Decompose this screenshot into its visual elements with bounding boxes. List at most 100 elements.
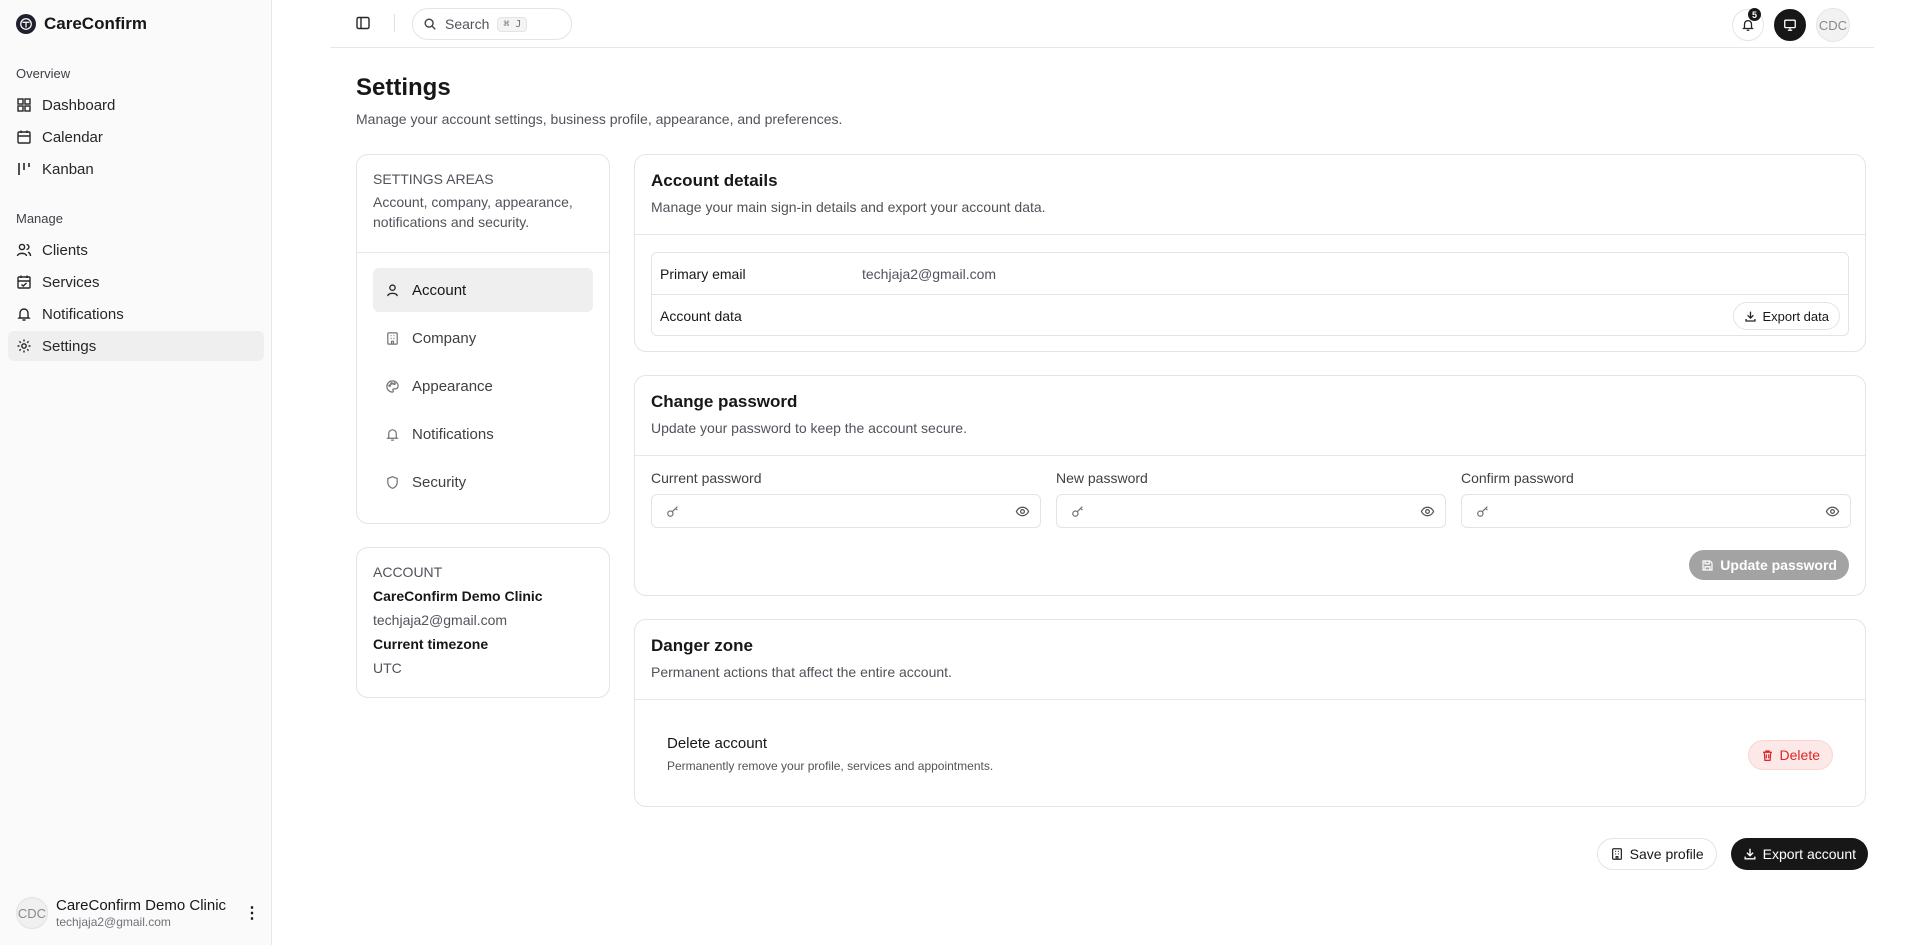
- topbar-divider: [394, 14, 395, 32]
- avatar[interactable]: CDC: [1816, 8, 1850, 42]
- kanban-icon: [18, 163, 30, 175]
- account-summary-email: techjaja2@gmail.com: [373, 612, 508, 628]
- download-icon: [1744, 311, 1756, 322]
- sidebar-item-label: Notifications: [42, 305, 124, 323]
- account-summary-name: CareConfirm Demo Clinic: [373, 588, 543, 604]
- settings-area-label: Notifications: [412, 425, 494, 443]
- sidebar-toggle-button[interactable]: [352, 12, 374, 34]
- settings-area-label: Appearance: [412, 377, 493, 395]
- settings-area-account[interactable]: Account: [373, 268, 593, 312]
- page-subtitle: Manage your account settings, business p…: [356, 111, 843, 127]
- sidebar-item-clients[interactable]: Clients: [8, 235, 264, 265]
- shield-icon: [387, 475, 398, 489]
- delete-account-title: Delete account: [667, 735, 768, 752]
- update-password-button[interactable]: Update password: [1689, 550, 1849, 580]
- primary-email-row: Primary email techjaja2@gmail.com: [652, 253, 1848, 295]
- brand-name: CareConfirm: [44, 14, 147, 33]
- settings-area-company[interactable]: Company: [373, 316, 593, 360]
- monitor-icon: [1784, 19, 1796, 31]
- delete-label: Delete: [1779, 747, 1820, 763]
- account-details-table: Primary email techjaja2@gmail.com Accoun…: [651, 252, 1849, 336]
- account-details-description: Manage your main sign-in details and exp…: [651, 199, 1046, 215]
- current-password-field[interactable]: [651, 494, 1041, 528]
- account-details-title: Account details: [651, 171, 778, 190]
- primary-email-label: Primary email: [660, 265, 746, 282]
- sidebar-toggle-icon: [356, 16, 370, 30]
- account-summary-label: ACCOUNT: [373, 564, 443, 580]
- search-shortcut: ⌘ J: [497, 16, 528, 32]
- sidebar-item-notifications[interactable]: Notifications: [8, 299, 264, 329]
- settings-areas-card: SETTINGS AREAS Account, company, appeara…: [356, 154, 610, 524]
- user-icon: [387, 283, 398, 296]
- palette-icon: [386, 379, 399, 393]
- danger-zone-title: Danger zone: [651, 636, 754, 655]
- gear-icon: [17, 339, 31, 353]
- eye-icon[interactable]: [1825, 504, 1840, 519]
- divider: [635, 699, 1865, 700]
- save-profile-label: Save profile: [1629, 846, 1704, 862]
- nav-group-overview: Overview: [16, 66, 71, 81]
- grid-icon: [17, 98, 31, 112]
- user-email: techjaja2@gmail.com: [56, 915, 171, 929]
- eye-icon[interactable]: [1420, 504, 1435, 519]
- account-data-row: Account data: [652, 295, 1848, 337]
- new-password-field[interactable]: [1056, 494, 1446, 528]
- eye-icon[interactable]: [1015, 504, 1030, 519]
- new-password-label: New password: [1056, 470, 1148, 486]
- notification-count-badge: 5: [1748, 8, 1761, 21]
- settings-area-appearance[interactable]: Appearance: [373, 364, 593, 408]
- primary-email-value: techjaja2@gmail.com: [862, 265, 997, 282]
- bell-icon: [17, 308, 31, 321]
- trash-icon: [1762, 749, 1772, 761]
- timezone-value: UTC: [373, 660, 402, 676]
- sidebar-item-settings[interactable]: Settings: [8, 331, 264, 361]
- danger-zone-description: Permanent actions that affect the entire…: [651, 664, 952, 680]
- export-account-button[interactable]: Export account: [1730, 838, 1868, 870]
- notifications-button[interactable]: 5: [1732, 8, 1764, 41]
- avatar: CDC: [16, 897, 48, 929]
- settings-area-label: Security: [412, 473, 467, 491]
- sidebar-item-dashboard[interactable]: Dashboard: [8, 90, 264, 120]
- sidebar-item-services[interactable]: Services: [8, 267, 264, 297]
- sidebar-item-calendar[interactable]: Calendar: [8, 122, 264, 152]
- key-icon: [1072, 506, 1083, 517]
- settings-area-label: Company: [412, 329, 477, 347]
- divider: [635, 455, 1865, 456]
- calendar-icon: [17, 130, 31, 144]
- bell-icon: [386, 428, 399, 441]
- key-icon: [667, 506, 678, 517]
- sidebar-item-label: Calendar: [42, 128, 103, 146]
- confirm-password-field[interactable]: [1461, 494, 1851, 528]
- sidebar-item-label: Kanban: [42, 160, 94, 178]
- nav-group-manage: Manage: [16, 211, 63, 226]
- search-input[interactable]: Search ⌘ J: [412, 8, 572, 40]
- topbar: Search ⌘ J 5 CDC: [330, 0, 1874, 48]
- search-placeholder: Search: [445, 16, 490, 32]
- sidebar-item-label: Settings: [42, 337, 97, 355]
- save-profile-button[interactable]: Save profile: [1596, 838, 1717, 870]
- users-icon: [16, 243, 32, 257]
- export-data-button[interactable]: Export data: [1732, 302, 1840, 330]
- timezone-label: Current timezone: [373, 636, 489, 652]
- divider: [635, 234, 1865, 235]
- sidebar-item-label: Clients: [42, 241, 88, 259]
- account-data-label: Account data: [660, 308, 742, 324]
- settings-area-label: Account: [412, 281, 467, 299]
- search-icon: [424, 18, 436, 30]
- confirm-password-label: Confirm password: [1461, 470, 1574, 486]
- user-name: CareConfirm Demo Clinic: [56, 897, 227, 914]
- sidebar: CareConfirm Overview Dashboard Calendar …: [0, 0, 272, 945]
- settings-area-security[interactable]: Security: [373, 460, 593, 504]
- download-icon: [1744, 848, 1756, 860]
- save-icon: [1702, 559, 1713, 571]
- user-menu[interactable]: CDC CareConfirm Demo Clinic techjaja2@gm…: [16, 897, 260, 929]
- sidebar-item-kanban[interactable]: Kanban: [8, 154, 264, 184]
- export-data-label: Export data: [1762, 308, 1830, 324]
- careconfirm-logo-icon: [16, 14, 36, 34]
- building-icon: [387, 331, 398, 345]
- settings-area-notifications[interactable]: Notifications: [373, 412, 593, 456]
- delete-account-button[interactable]: Delete: [1747, 740, 1833, 770]
- brand[interactable]: CareConfirm: [16, 14, 147, 34]
- display-mode-button[interactable]: [1774, 9, 1806, 41]
- more-vertical-icon[interactable]: ⋮: [244, 903, 260, 923]
